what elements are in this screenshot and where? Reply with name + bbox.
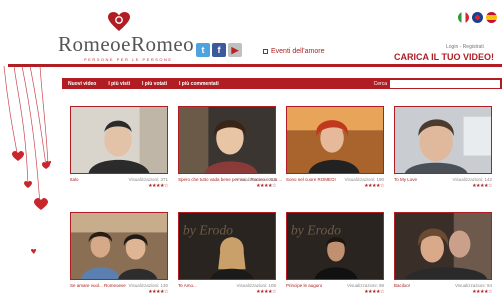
video-title[interactable]: Te Amo... <box>178 283 197 288</box>
rating-stars: ★★★★☆ <box>364 289 384 295</box>
italy-flag-icon[interactable] <box>458 12 469 23</box>
video-thumbnail[interactable]: by Erodo <box>286 212 384 280</box>
rating-stars: ★★★★☆ <box>472 289 492 295</box>
video-thumbnail[interactable] <box>178 106 276 174</box>
twitter-icon[interactable]: t <box>196 43 210 57</box>
rating-stars: ★★★★☆ <box>472 183 492 189</box>
tab-piu-votati[interactable]: I più votati <box>136 81 173 87</box>
video-nav-bar: Nuovi video I più visti I più votati I p… <box>62 78 502 89</box>
video-views: Visualizzazioni: 130 <box>128 283 168 288</box>
video-thumbnail[interactable] <box>70 212 168 280</box>
video-card[interactable]: Se amare vuol... Romeoeve Visualizzazion… <box>70 212 168 300</box>
video-title[interactable]: Baciloo! <box>394 283 410 288</box>
video-thumbnail[interactable] <box>70 106 168 174</box>
page: RomeoeRomeo persone per le persone t f ▶… <box>0 0 502 304</box>
video-card[interactable]: Sono nel cuore ROMEO! Visualizzazioni: 1… <box>286 106 384 194</box>
logo-wordmark: RomeoeRomeo <box>58 32 195 56</box>
video-thumbnail[interactable]: by Erodo <box>178 212 276 280</box>
video-card[interactable]: Spero che tutto vada bene per voi... Rom… <box>178 106 282 194</box>
rating-stars: ★★★★☆ <box>256 289 276 295</box>
search-input[interactable] <box>390 79 500 88</box>
events-label: Eventi dell'amore <box>271 48 325 55</box>
video-views: Visualizzazioni: 371 <box>128 177 168 182</box>
tab-piu-commentati[interactable]: I più commentati <box>173 81 225 87</box>
video-title[interactable]: Se amare vuol... Romeoeve <box>70 283 126 288</box>
video-card[interactable]: Baciloo! Visualizzazioni: 94 ★★★★☆ <box>394 212 492 300</box>
search-label: Cerca <box>373 80 387 87</box>
tab-nuovi-video[interactable]: Nuovi video <box>62 81 102 87</box>
rating-stars: ★★★★☆ <box>364 183 384 189</box>
heart-logo-icon <box>108 12 130 31</box>
tab-piu-visti[interactable]: I più visti <box>102 81 136 87</box>
upload-video-button[interactable]: CARICA IL TUO VIDEO! <box>394 52 494 62</box>
calendar-icon <box>263 48 268 54</box>
video-views: Visualizzazioni: 142 <box>452 177 492 182</box>
video-thumbnail[interactable] <box>286 106 384 174</box>
site-logo[interactable]: RomeoeRomeo persone per le persone <box>58 12 194 62</box>
video-card[interactable]: by Erodo Te Amo... Visualizzazioni: 108 … <box>178 212 276 300</box>
rating-stars: ★★★★☆ <box>148 183 168 189</box>
video-card[interactable]: by Erodo Principe le auguro Visualizzazi… <box>286 212 384 300</box>
svg-text:by Erodo: by Erodo <box>183 222 233 237</box>
social-links: t f ▶ <box>196 43 242 57</box>
video-views: Visualizzazioni: 190 <box>344 177 384 182</box>
youtube-icon[interactable]: ▶ <box>228 43 242 57</box>
hanging-hearts-decoration <box>3 66 51 254</box>
svg-text:by Erodo: by Erodo <box>291 222 341 237</box>
video-views: Visualizzazioni: 94 <box>455 283 492 288</box>
video-title[interactable]: Sono nel cuore ROMEO! <box>286 177 336 182</box>
login-link[interactable]: Login - Registrati <box>446 44 484 50</box>
uk-flag-icon[interactable] <box>472 12 483 23</box>
video-title[interactable]: To My Love <box>394 177 417 182</box>
video-card[interactable]: Italo Visualizzazioni: 371 ★★★★☆ <box>70 106 168 194</box>
video-title[interactable]: Principe le auguro <box>286 283 322 288</box>
language-selector <box>458 12 497 23</box>
rating-stars: ★★★★☆ <box>256 183 276 189</box>
events-link[interactable]: Eventi dell'amore <box>263 48 324 55</box>
logo-tagline: persone per le persone <box>84 57 173 62</box>
video-views: Visualizzazioni: 98 <box>347 283 384 288</box>
video-thumbnail[interactable] <box>394 106 492 174</box>
spain-flag-icon[interactable] <box>486 12 497 23</box>
video-card[interactable]: To My Love Visualizzazioni: 142 ★★★★☆ <box>394 106 492 194</box>
rating-stars: ★★★★☆ <box>148 289 168 295</box>
video-views: Visualizzazioni: 233 <box>236 177 276 182</box>
video-views: Visualizzazioni: 108 <box>236 283 276 288</box>
facebook-icon[interactable]: f <box>212 43 226 57</box>
video-title[interactable]: Italo <box>70 177 79 182</box>
video-thumbnail[interactable] <box>394 212 492 280</box>
header-divider <box>8 64 502 67</box>
